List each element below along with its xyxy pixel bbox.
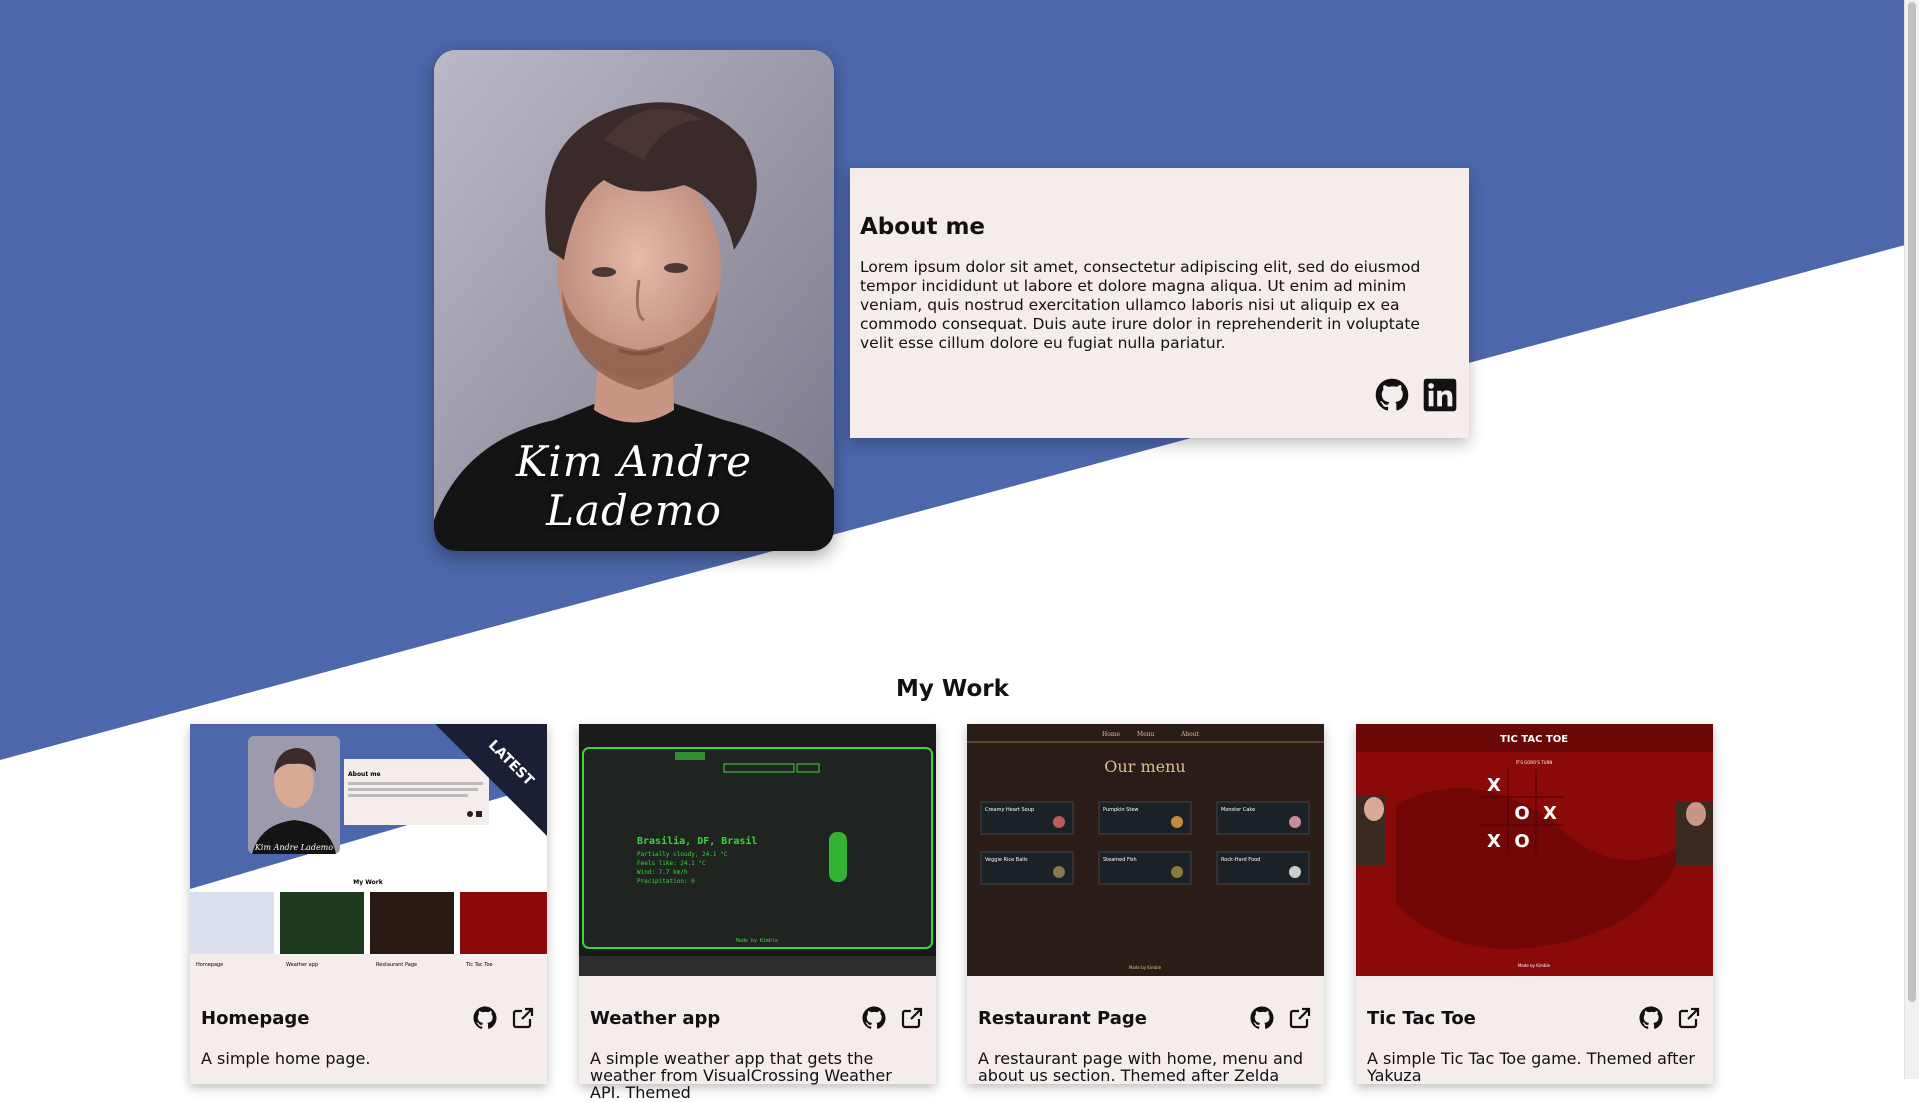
svg-text:Pumpkin Stew: Pumpkin Stew bbox=[1103, 807, 1138, 813]
svg-text:Monster Cake: Monster Cake bbox=[1221, 807, 1255, 813]
svg-text:TIC TAC TOE: TIC TAC TOE bbox=[1500, 734, 1568, 745]
linkedin-icon[interactable] bbox=[1423, 378, 1457, 412]
external-link-icon[interactable] bbox=[900, 1006, 924, 1030]
project-title: Restaurant Page bbox=[978, 1007, 1148, 1029]
svg-text:Precipitation: 0: Precipitation: 0 bbox=[637, 878, 695, 885]
svg-text:Made by Kimble: Made by Kimble bbox=[1129, 965, 1162, 970]
project-card-restaurant-page: Home Menu About Our menu Creamy Heart So… bbox=[967, 724, 1324, 1084]
svg-text:Tic Tac Toe: Tic Tac Toe bbox=[465, 962, 493, 968]
svg-text:Veggie Rice Balls: Veggie Rice Balls bbox=[985, 857, 1028, 863]
project-thumbnail[interactable]: TIC TAC TOE IT'S GORO'S TURN X O X X O M… bbox=[1356, 724, 1713, 976]
svg-text:X: X bbox=[1487, 775, 1501, 796]
about-card: About me Lorem ipsum dolor sit amet, con… bbox=[850, 168, 1469, 438]
project-thumbnail[interactable]: Brasilia, DF, Brasil Partially cloudy, 2… bbox=[579, 724, 936, 976]
svg-text:Restaurant Page: Restaurant Page bbox=[376, 962, 417, 968]
external-link-icon[interactable] bbox=[511, 1006, 535, 1030]
project-card-tic-tac-toe: TIC TAC TOE IT'S GORO'S TURN X O X X O M… bbox=[1356, 724, 1713, 1084]
project-description: A simple weather app that gets the weath… bbox=[590, 1049, 892, 1102]
about-social-links bbox=[1375, 378, 1457, 412]
project-thumbnail[interactable]: Kim Andre Lademo About me LATEST My Work… bbox=[190, 724, 547, 976]
name-signature: Kim Andre Lademo bbox=[515, 437, 753, 535]
github-icon[interactable] bbox=[473, 1006, 497, 1030]
about-heading: About me bbox=[860, 214, 986, 240]
project-description: A simple home page. bbox=[201, 1049, 371, 1068]
svg-text:About me: About me bbox=[348, 771, 381, 778]
svg-text:Homepage: Homepage bbox=[196, 962, 223, 968]
github-icon[interactable] bbox=[862, 1006, 886, 1030]
svg-text:Wind: 7.7 km/h: Wind: 7.7 km/h bbox=[637, 869, 688, 876]
svg-text:My Work: My Work bbox=[353, 879, 383, 886]
project-card-weather-app: Brasilia, DF, Brasil Partially cloudy, 2… bbox=[579, 724, 936, 1101]
svg-text:Feels like: 24.1 °C: Feels like: 24.1 °C bbox=[637, 860, 706, 867]
svg-text:Steamed Fish: Steamed Fish bbox=[1103, 857, 1137, 863]
profile-photo-card: Kim Andre Lademo bbox=[434, 50, 834, 551]
svg-text:Our menu: Our menu bbox=[1104, 757, 1185, 776]
about-text: Lorem ipsum dolor sit amet, consectetur … bbox=[860, 258, 1421, 352]
my-work-heading: My Work bbox=[896, 676, 1009, 702]
github-icon[interactable] bbox=[1250, 1006, 1274, 1030]
scrollbar-thumb[interactable] bbox=[1908, 2, 1916, 1002]
github-icon[interactable] bbox=[1375, 378, 1409, 412]
external-link-icon[interactable] bbox=[1288, 1006, 1312, 1030]
project-title: Weather app bbox=[590, 1007, 721, 1029]
project-title: Homepage bbox=[201, 1007, 310, 1029]
svg-text:Weather app: Weather app bbox=[286, 962, 318, 968]
svg-text:Creamy Heart Soup: Creamy Heart Soup bbox=[985, 807, 1034, 813]
project-thumbnail[interactable]: Home Menu About Our menu Creamy Heart So… bbox=[967, 724, 1324, 976]
svg-text:IT'S GORO'S TURN: IT'S GORO'S TURN bbox=[1516, 760, 1553, 765]
project-title: Tic Tac Toe bbox=[1367, 1007, 1476, 1029]
svg-text:Kim Andre Lademo: Kim Andre Lademo bbox=[254, 843, 333, 852]
svg-text:X: X bbox=[1543, 803, 1557, 824]
svg-text:Brasilia, DF, Brasil: Brasilia, DF, Brasil bbox=[637, 835, 757, 847]
svg-text:Made by Kimble: Made by Kimble bbox=[1518, 963, 1551, 968]
svg-text:Made by Kimble: Made by Kimble bbox=[736, 938, 778, 944]
project-card-homepage: Kim Andre Lademo About me LATEST My Work… bbox=[190, 724, 547, 1084]
svg-text:X: X bbox=[1487, 831, 1501, 852]
github-icon[interactable] bbox=[1639, 1006, 1663, 1030]
svg-text:Rock-Hard Food: Rock-Hard Food bbox=[1221, 857, 1260, 863]
svg-text:Menu: Menu bbox=[1137, 731, 1155, 738]
svg-text:About: About bbox=[1180, 731, 1200, 738]
svg-text:O: O bbox=[1514, 831, 1529, 852]
scrollbar[interactable] bbox=[1904, 0, 1919, 1079]
svg-text:Partially cloudy, 24.1 °C: Partially cloudy, 24.1 °C bbox=[637, 851, 728, 858]
svg-text:Home: Home bbox=[1102, 731, 1121, 738]
svg-text:O: O bbox=[1514, 803, 1529, 824]
external-link-icon[interactable] bbox=[1677, 1006, 1701, 1030]
